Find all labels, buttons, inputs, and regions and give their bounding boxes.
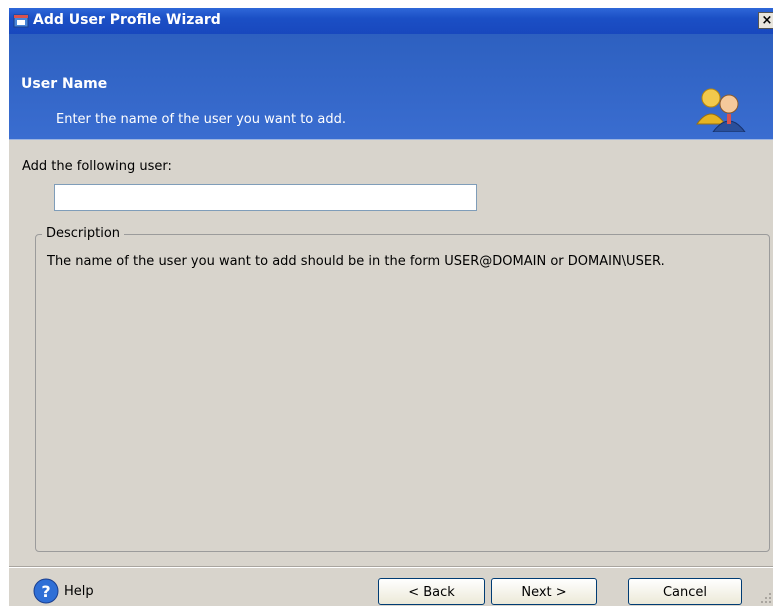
wizard-window: Add User Profile Wizard × User Name Ente… [8, 8, 773, 606]
help-icon[interactable]: ? [33, 578, 59, 604]
footer-divider [9, 566, 773, 568]
title-bar[interactable]: Add User Profile Wizard × [9, 8, 773, 34]
app-icon [13, 14, 29, 28]
page-title: User Name [21, 76, 108, 92]
window-title: Add User Profile Wizard [33, 12, 221, 28]
users-icon [696, 88, 746, 132]
add-user-label: Add the following user: [22, 159, 172, 174]
user-name-input[interactable] [54, 184, 477, 211]
help-link[interactable]: Help [64, 584, 94, 599]
wizard-header: User Name Enter the name of the user you… [9, 34, 773, 140]
description-text: The name of the user you want to add sho… [47, 254, 665, 269]
resize-grip-icon[interactable] [760, 592, 772, 604]
close-button[interactable]: × [758, 12, 773, 29]
cancel-button[interactable]: Cancel [628, 578, 742, 605]
page-subtitle: Enter the name of the user you want to a… [56, 112, 346, 127]
back-button[interactable]: < Back [378, 578, 485, 605]
description-legend: Description [42, 226, 125, 241]
next-button[interactable]: Next > [491, 578, 597, 605]
svg-text:?: ? [41, 582, 50, 601]
description-groupbox [35, 234, 770, 552]
